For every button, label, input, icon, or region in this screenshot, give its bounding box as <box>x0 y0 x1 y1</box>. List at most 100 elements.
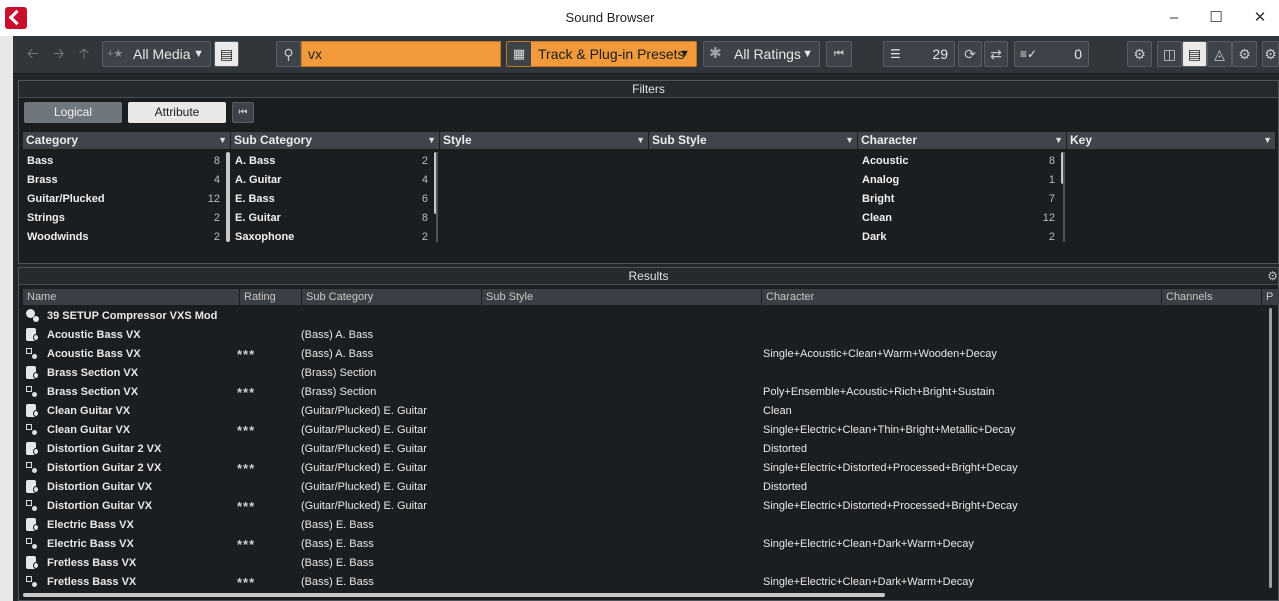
header-channels[interactable]: Channels <box>1162 289 1262 305</box>
close-icon[interactable]: ✕ <box>1250 8 1270 28</box>
media-star-icon: +★ <box>107 48 124 60</box>
ratings-dropdown[interactable]: ✱ All Ratings ▼ <box>703 41 820 67</box>
filter-count: 12 <box>1042 212 1055 224</box>
rating-star-icon: ✱ <box>709 45 722 62</box>
preset-type-dropdown[interactable]: ▦ Track & Plug-in Presets ▼ <box>506 41 697 67</box>
media-bay-icon[interactable]: ▤ <box>214 41 239 67</box>
tab-attribute[interactable]: Attribute <box>128 102 226 123</box>
filter-character-item[interactable]: Bright <box>862 190 894 209</box>
result-name: Fretless Bass VX <box>47 576 137 588</box>
header-character[interactable]: Character <box>762 289 1162 305</box>
preset-multi-icon <box>25 309 39 323</box>
right-zone-icon[interactable]: ◬ <box>1207 41 1232 67</box>
title-bar: Sound Browser – ☐ ✕ <box>0 0 1279 36</box>
left-zone-icon[interactable]: ◫ <box>1157 41 1182 67</box>
table-row[interactable]: 39 SETUP Compressor VXS Mod <box>22 307 1262 326</box>
column-sub-category[interactable]: Sub Category ▼ <box>231 132 440 149</box>
table-row[interactable]: Clean Guitar VX (Guitar/Plucked) E. Guita… <box>22 402 1262 421</box>
filter-category-item[interactable]: Bass <box>27 152 53 171</box>
filter-sub-category-item[interactable]: A. Bass <box>235 152 275 171</box>
table-row[interactable]: Distortion Guitar VX *** (Guitar/Plucked) … <box>22 497 1262 516</box>
category-scrollbar[interactable] <box>226 152 230 242</box>
filter-category-item[interactable]: Guitar/Plucked <box>27 190 105 209</box>
table-row[interactable]: Acoustic Bass VX (Bass) A. Bass <box>22 326 1262 345</box>
lower-zone-icon[interactable]: ▤ <box>1182 41 1207 67</box>
result-character: Distorted <box>763 443 808 455</box>
filter-count: 2 <box>421 155 428 167</box>
search-icon[interactable]: ⚲ <box>276 41 301 67</box>
settings-gear-icon[interactable]: ⚙ <box>1127 41 1152 67</box>
header-rating[interactable]: Rating <box>240 289 302 305</box>
table-row[interactable]: Electric Bass VX (Bass) E. Bass <box>22 516 1262 535</box>
filter-character-item[interactable]: Acoustic <box>862 152 908 171</box>
result-rating: *** <box>237 575 256 590</box>
track-preset-icon <box>25 442 39 456</box>
result-sub-category: (Bass) A. Bass <box>301 329 374 341</box>
column-style[interactable]: Style ▼ <box>440 132 649 149</box>
track-preset-icon <box>25 404 39 418</box>
table-row[interactable]: Fretless Bass VX (Bass) E. Bass <box>22 554 1262 573</box>
result-character: Single+Electric+Clean+Thin+Bright+Metall… <box>763 424 1016 436</box>
result-name: 39 SETUP Compressor VXS Mod <box>47 310 218 322</box>
filter-sub-category-item[interactable]: E. Guitar <box>235 209 281 228</box>
filter-count: 2 <box>1048 231 1055 243</box>
filter-character-item[interactable]: Clean <box>862 209 892 228</box>
refresh-icon[interactable]: ⟳ <box>958 41 982 67</box>
reset-filter-icon[interactable]: ⏮ <box>826 41 852 67</box>
result-rating: *** <box>237 385 256 400</box>
table-row[interactable]: Brass Section VX (Brass) Section <box>22 364 1262 383</box>
minimize-icon[interactable]: – <box>1164 8 1184 28</box>
tab-logical[interactable]: Logical <box>24 102 122 123</box>
table-row[interactable]: Brass Section VX *** (Brass) Section Poly+E… <box>22 383 1262 402</box>
table-row[interactable]: Electric Bass VX *** (Bass) E. Bass Single+… <box>22 535 1262 554</box>
filter-count: 8 <box>421 212 428 224</box>
checklist-icon: ≡✓ <box>1020 47 1038 61</box>
column-character[interactable]: Character ▼ <box>858 132 1067 149</box>
table-row[interactable]: Clean Guitar VX *** (Guitar/Plucked) E. Gu… <box>22 421 1262 440</box>
plugin-preset-icon <box>25 575 39 589</box>
header-sub-style[interactable]: Sub Style <box>482 289 762 305</box>
table-row[interactable]: Distortion Guitar VX (Guitar/Plucked) E. … <box>22 478 1262 497</box>
track-preset-icon <box>25 480 39 494</box>
filter-category-item[interactable]: Strings <box>27 209 65 228</box>
header-extra[interactable]: P <box>1262 289 1279 305</box>
result-sub-category: (Bass) E. Bass <box>301 557 374 569</box>
forward-icon[interactable]: 🡢 <box>53 41 64 65</box>
filter-sub-category-item[interactable]: A. Guitar <box>235 171 281 190</box>
header-sub-category[interactable]: Sub Category <box>302 289 482 305</box>
filter-category-item[interactable]: Woodwinds <box>27 228 89 247</box>
result-name: Brass Section VX <box>47 386 139 398</box>
results-settings-icon[interactable]: ⚙ <box>1267 269 1278 283</box>
media-type-dropdown[interactable]: +★ All Media ▼ <box>102 41 211 67</box>
table-row[interactable]: Acoustic Bass VX *** (Bass) A. Bass Single+… <box>22 345 1262 364</box>
search-input[interactable]: vx <box>301 41 501 67</box>
layout-settings-icon[interactable]: ⚙ <box>1232 41 1257 67</box>
back-icon[interactable]: 🡠 <box>27 41 38 65</box>
table-row[interactable]: Distortion Guitar 2 VX *** (Guitar/Plucked… <box>22 459 1262 478</box>
column-category[interactable]: Category ▼ <box>23 132 231 149</box>
filter-sub-category-item[interactable]: E. Bass <box>235 190 275 209</box>
reset-filters-icon[interactable]: ⏮ <box>232 102 254 123</box>
up-icon[interactable]: 🡡 <box>79 41 89 65</box>
filter-count: 2 <box>213 212 220 224</box>
results-header: Name Rating Sub Category Sub Style Chara… <box>23 289 1279 305</box>
header-name[interactable]: Name <box>23 289 240 305</box>
shuffle-icon[interactable]: ⇄ <box>984 41 1008 67</box>
column-key[interactable]: Key ▼ <box>1067 132 1276 149</box>
filter-category-item[interactable]: Brass <box>27 171 58 190</box>
table-row[interactable]: Fretless Bass VX *** (Bass) E. Bass Single+… <box>22 573 1262 592</box>
table-row[interactable]: Distortion Guitar 2 VX (Guitar/Plucked) E… <box>22 440 1262 459</box>
result-sub-category: (Guitar/Plucked) E. Guitar <box>301 500 427 512</box>
result-count: 29 <box>932 46 948 62</box>
result-name: Clean Guitar VX <box>47 405 131 417</box>
maximize-icon[interactable]: ☐ <box>1206 8 1226 28</box>
filter-sub-category-item[interactable]: Saxophone <box>235 228 294 247</box>
results-vertical-scrollbar[interactable] <box>1269 308 1272 588</box>
filter-character-item[interactable]: Analog <box>862 171 899 190</box>
results-horizontal-scrollbar[interactable] <box>23 593 885 597</box>
plugin-preset-icon <box>25 499 39 513</box>
filter-character-item[interactable]: Dark <box>862 228 886 247</box>
more-settings-icon[interactable]: ⚙ <box>1262 41 1279 67</box>
result-sub-category: (Bass) E. Bass <box>301 538 374 550</box>
column-sub-style[interactable]: Sub Style ▼ <box>649 132 858 149</box>
